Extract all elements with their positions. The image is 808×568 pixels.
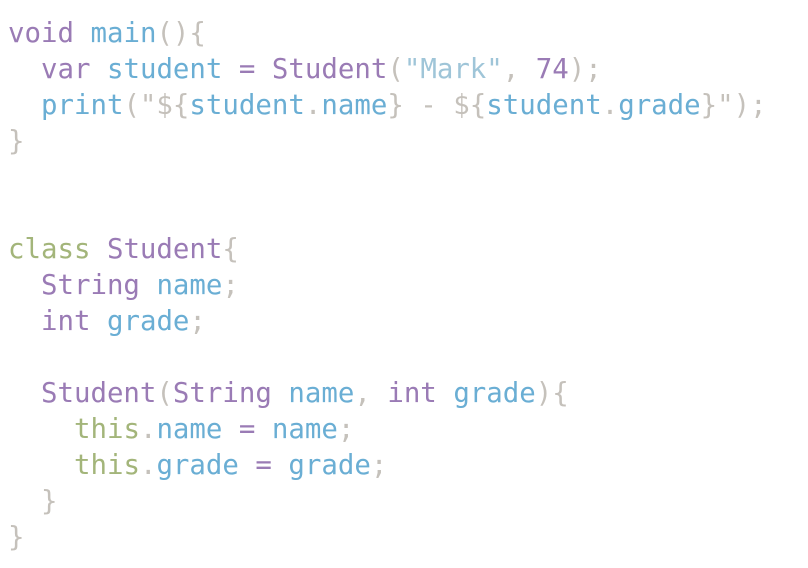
code-token-keyword: String bbox=[40, 270, 140, 301]
code-token-punctuation bbox=[272, 378, 289, 409]
code-token-keyword: int bbox=[387, 378, 437, 409]
code-token-punctuation bbox=[8, 414, 74, 445]
code-token-punctuation: , bbox=[502, 54, 536, 85]
code-line: var student = Student("Mark", 74); bbox=[8, 52, 767, 88]
code-token-punctuation: } - ${ bbox=[387, 90, 487, 121]
code-token-punctuation: . bbox=[304, 90, 322, 121]
code-token-punctuation: . bbox=[139, 414, 157, 445]
code-token-punctuation: ; bbox=[189, 306, 206, 337]
code-line: ​ bbox=[8, 340, 767, 376]
code-token-identifier: grade bbox=[106, 306, 190, 337]
code-token-punctuation bbox=[255, 54, 272, 85]
code-block: void main(){ var student = Student("Mark… bbox=[8, 16, 767, 556]
code-line: Student(String name, int grade){ bbox=[8, 376, 767, 412]
code-token-punctuation: ; bbox=[370, 450, 388, 481]
code-token-punctuation: } bbox=[8, 486, 58, 517]
code-token-keyword: = bbox=[255, 450, 272, 481]
code-token-punctuation bbox=[222, 54, 239, 85]
code-token-punctuation bbox=[255, 414, 272, 445]
code-token-identifier: name bbox=[271, 414, 338, 445]
code-token-class-keyword: this bbox=[73, 414, 140, 445]
code-token-identifier: grade bbox=[618, 90, 701, 121]
code-token-identifier: name bbox=[321, 90, 388, 121]
code-token-punctuation bbox=[437, 378, 454, 409]
code-token-punctuation: ( bbox=[156, 378, 173, 409]
code-token-punctuation bbox=[8, 54, 41, 85]
code-token-punctuation bbox=[8, 270, 41, 301]
code-line: class Student{ bbox=[8, 232, 767, 268]
code-token-identifier: name bbox=[288, 378, 355, 409]
code-line: this.name = name; bbox=[8, 412, 767, 448]
code-token-punctuation: ("${ bbox=[123, 90, 190, 121]
code-line: this.grade = grade; bbox=[8, 448, 767, 484]
code-token-punctuation: ( bbox=[387, 54, 404, 85]
code-token-keyword: int bbox=[40, 306, 91, 337]
code-token-keyword: = bbox=[238, 414, 256, 445]
code-token-punctuation bbox=[74, 18, 91, 49]
code-token-identifier: grade bbox=[156, 450, 239, 481]
code-token-punctuation: . bbox=[601, 90, 619, 121]
code-token-punctuation bbox=[222, 414, 239, 445]
code-line: int grade; bbox=[8, 304, 767, 340]
code-token-identifier: grade bbox=[288, 450, 371, 481]
code-token-punctuation: }"); bbox=[700, 90, 767, 121]
code-token-keyword: Student bbox=[271, 54, 388, 85]
code-token-number: 74 bbox=[535, 54, 569, 85]
code-token-keyword: = bbox=[238, 54, 256, 85]
code-token-identifier: print bbox=[40, 90, 124, 121]
code-token-punctuation bbox=[239, 450, 256, 481]
code-token-identifier: student bbox=[189, 90, 305, 121]
code-token-punctuation: ; bbox=[337, 414, 355, 445]
code-token-punctuation: , bbox=[354, 378, 388, 409]
code-token-keyword: String bbox=[172, 378, 272, 409]
code-token-identifier: student bbox=[106, 54, 223, 85]
code-token-identifier: main bbox=[90, 18, 157, 49]
code-line: } bbox=[8, 520, 767, 556]
code-token-punctuation bbox=[272, 450, 289, 481]
code-line: ​ bbox=[8, 160, 767, 196]
code-token-keyword: void bbox=[8, 18, 74, 49]
code-token-punctuation bbox=[90, 306, 107, 337]
code-token-punctuation bbox=[90, 54, 107, 85]
code-token-punctuation bbox=[8, 450, 74, 481]
code-token-class-keyword: class bbox=[8, 234, 91, 265]
code-token-punctuation: } bbox=[8, 126, 25, 157]
code-line: String name; bbox=[8, 268, 767, 304]
code-token-punctuation: . bbox=[139, 450, 157, 481]
code-token-punctuation: ){ bbox=[535, 378, 569, 409]
code-token-identifier: student bbox=[486, 90, 602, 121]
code-token-identifier: grade bbox=[453, 378, 536, 409]
code-token-class-keyword: this bbox=[73, 450, 140, 481]
code-token-identifier: name bbox=[156, 414, 223, 445]
code-token-keyword: Student bbox=[40, 378, 157, 409]
code-token-punctuation bbox=[140, 270, 157, 301]
code-token-keyword: var bbox=[40, 54, 91, 85]
code-token-punctuation: } bbox=[8, 522, 25, 553]
code-token-identifier: name bbox=[156, 270, 223, 301]
code-token-punctuation bbox=[8, 90, 41, 121]
code-line: print("${student.name} - ${student.grade… bbox=[8, 88, 767, 124]
code-line: } bbox=[8, 124, 767, 160]
code-token-punctuation bbox=[90, 234, 107, 265]
code-token-punctuation bbox=[8, 378, 41, 409]
code-line: ​ bbox=[8, 196, 767, 232]
code-line: } bbox=[8, 484, 767, 520]
code-token-punctuation: ); bbox=[568, 54, 602, 85]
code-line: void main(){ bbox=[8, 16, 767, 52]
code-token-punctuation: (){ bbox=[156, 18, 206, 49]
code-token-keyword: Student bbox=[106, 234, 223, 265]
code-token-punctuation bbox=[8, 306, 41, 337]
code-token-punctuation: ; bbox=[222, 270, 239, 301]
code-token-punctuation: { bbox=[222, 234, 239, 265]
code-token-string: "Mark" bbox=[403, 54, 503, 85]
